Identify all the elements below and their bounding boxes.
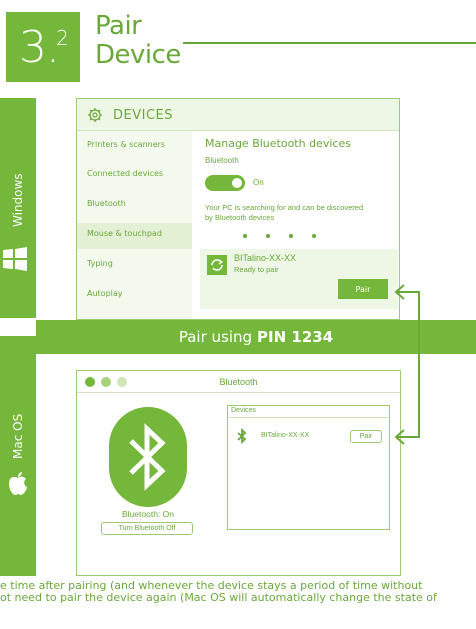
section-sup: 2	[56, 26, 69, 50]
mac-window-title: Bluetooth	[219, 377, 258, 387]
windows-side-tab: Windows	[0, 98, 36, 318]
pairing-device-icon	[207, 255, 227, 275]
arrow-head-icon	[394, 429, 405, 445]
body-paragraph: e time after pairing (and whenever the d…	[0, 580, 476, 604]
mac-devices-list: Devices BITalino-XX-XX Pair	[227, 405, 390, 530]
nav-item-connected-devices[interactable]: Connected devices	[87, 169, 163, 178]
header-divider	[183, 42, 476, 44]
search-text-line2: by Bluetooth devices	[205, 213, 275, 222]
pair-button[interactable]: Pair	[338, 279, 388, 299]
search-text-line1: Your PC is searching for and can be disc…	[205, 203, 364, 212]
banner-prefix: Pair using	[178, 328, 253, 346]
gear-icon	[88, 108, 102, 122]
manage-bluetooth-title: Manage Bluetooth devices	[205, 137, 351, 150]
section-title-line1: Pair	[95, 11, 142, 41]
apple-logo-icon	[9, 472, 27, 495]
section-title: Pair Device	[95, 12, 181, 70]
banner-pin: PIN 1234	[257, 328, 334, 346]
windows-header: DEVICES	[77, 99, 399, 131]
device-status: Ready to pair	[234, 265, 279, 274]
section-title-line2: Device	[95, 40, 181, 70]
nav-item-mouse-touchpad[interactable]: Mouse & touchpad	[87, 229, 162, 238]
windows-settings-window: DEVICES Printers & scanners Connected de…	[76, 98, 400, 320]
windows-main: Manage Bluetooth devices Bluetooth On Yo…	[192, 131, 399, 319]
device-name: BITalino-XX-XX	[234, 253, 297, 263]
devices-header: Devices	[228, 406, 389, 418]
mac-side-tab: Mac OS	[0, 336, 36, 576]
section-number-box: 3. 2	[6, 12, 80, 82]
mac-titlebar: Bluetooth	[77, 371, 400, 393]
section-number: 3.	[19, 22, 60, 73]
mac-bluetooth-status: Bluetooth: On	[122, 509, 174, 519]
bluetooth-large-icon	[109, 407, 187, 507]
mac-device-name: BITalino-XX-XX	[261, 432, 310, 439]
nav-item-printers[interactable]: Printers & scanners	[87, 140, 165, 149]
device-card[interactable]: BITalino-XX-XX Ready to pair Pair	[200, 249, 398, 309]
mac-bluetooth-window: Bluetooth Bluetooth: On Turn Bluetooth O…	[76, 370, 401, 576]
turn-bluetooth-off-button[interactable]: Turn Bluetooth Off	[101, 522, 193, 535]
mac-pair-button[interactable]: Pair	[350, 430, 382, 443]
windows-nav: Printers & scanners Connected devices Bl…	[77, 131, 192, 319]
bluetooth-toggle[interactable]	[205, 175, 245, 191]
connector-line	[418, 291, 420, 437]
nav-item-autoplay[interactable]: Autoplay	[87, 289, 123, 298]
toggle-state-label: On	[253, 178, 264, 187]
body-line2: ot need to pair the device again (Mac OS…	[0, 591, 437, 604]
bluetooth-symbol-icon	[129, 423, 166, 491]
toggle-knob	[232, 178, 242, 188]
nav-item-typing[interactable]: Typing	[87, 259, 113, 268]
windows-logo-icon	[3, 247, 27, 271]
devices-title: DEVICES	[113, 108, 173, 123]
nav-item-bluetooth[interactable]: Bluetooth	[87, 199, 126, 208]
arrow-head-icon	[394, 284, 405, 300]
bluetooth-device-icon	[237, 428, 247, 445]
searching-dots	[243, 234, 316, 238]
mac-side-label: Mac OS	[11, 413, 25, 459]
windows-side-label: Windows	[11, 173, 25, 227]
bluetooth-label: Bluetooth	[205, 156, 239, 165]
pin-banner: Pair using PIN 1234	[36, 320, 476, 354]
